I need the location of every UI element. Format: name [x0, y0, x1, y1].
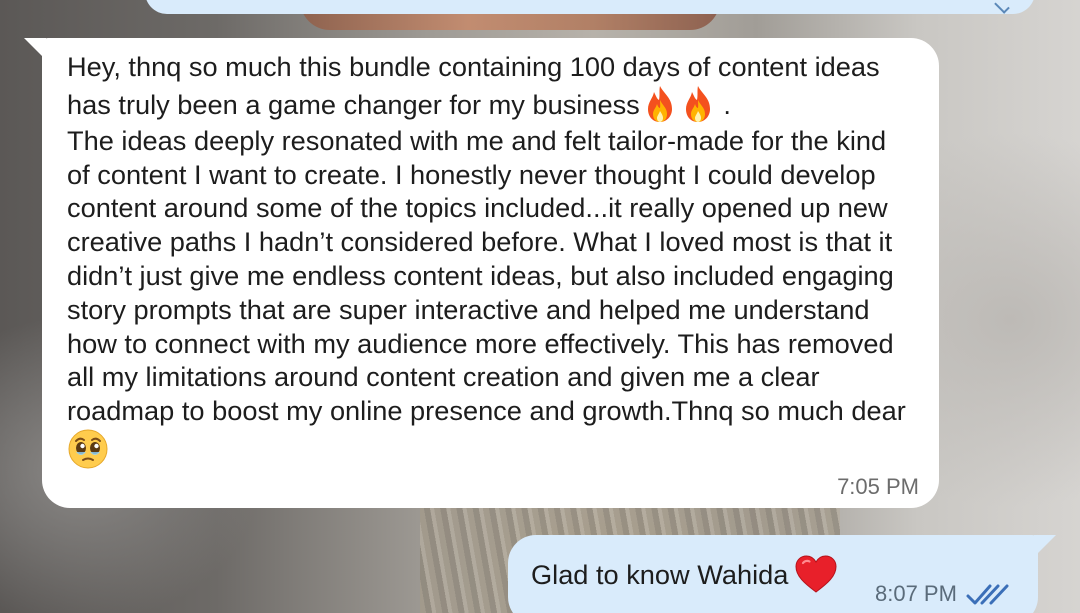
outgoing-message-text-content: Glad to know Wahida: [531, 559, 789, 590]
read-tick-icon: [994, 0, 1010, 14]
outgoing-message-timestamp: 8:07 PM: [875, 581, 957, 606]
red-heart-emoji-icon: [795, 555, 837, 593]
previous-outgoing-message[interactable]: [145, 0, 1035, 14]
fire-emoji-icon: [647, 85, 672, 122]
incoming-message-text-part-2: The ideas deeply resonated with me and f…: [67, 124, 906, 427]
incoming-message-bubble[interactable]: Hey, thnq so much this bundle containing…: [24, 38, 939, 508]
fire-emoji-icon: [685, 85, 710, 122]
read-double-tick-icon: [966, 584, 1009, 605]
outgoing-message-meta: 8:07 PM: [875, 579, 1011, 609]
outgoing-message-text: Glad to know Wahida: [531, 555, 838, 593]
outgoing-message-bubble[interactable]: Glad to know Wahida 8:07 PM: [508, 535, 1056, 613]
incoming-message-punctuation: .: [715, 88, 731, 120]
incoming-message-text: Hey, thnq so much this bundle containing…: [67, 50, 915, 470]
incoming-message-text-part-1: Hey, thnq so much this bundle containing…: [67, 51, 888, 120]
incoming-message-timestamp: 7:05 PM: [837, 474, 919, 499]
pleading-face-emoji-icon: [68, 429, 108, 469]
